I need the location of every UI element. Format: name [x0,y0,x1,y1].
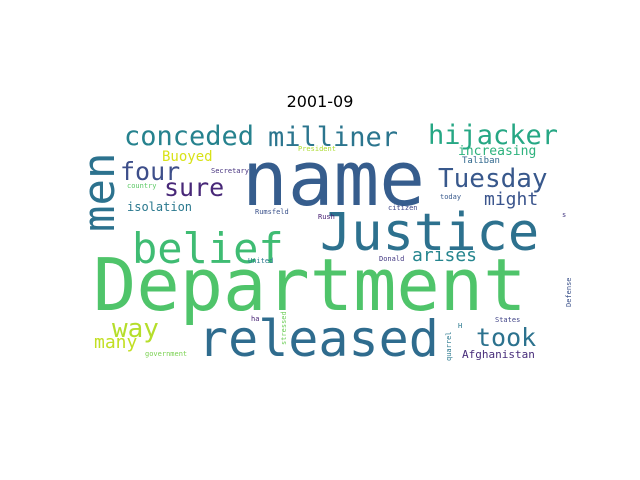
word-taliban: Taliban [462,156,500,166]
word-arises: arises [412,245,477,266]
word-isolation: isolation [127,200,192,214]
word-s: s [562,211,566,219]
word-sure: sure [164,173,224,202]
word-many: many [94,332,138,353]
word-released: released [198,310,439,368]
word-conceded: conceded [124,121,254,152]
word-country: country [127,182,157,190]
word-might: might [484,189,538,210]
word-government: government [145,350,187,358]
word-cloud: DepartmentnameJusticereleasedbeliefmenco… [74,120,573,368]
word-stressed: stressed [280,311,288,345]
word-secretary: Secretary [211,167,249,175]
word-united: United [248,257,273,265]
word-today: today [440,193,461,201]
word-ha: ha [251,315,259,323]
word-buoyed: Buoyed [162,149,213,165]
word-donald: Donald [379,255,404,263]
word-belief: belief [132,224,284,273]
word-h: H [458,322,462,330]
word-rumsfeld: Rumsfeld [255,208,289,216]
word-men: men [74,153,125,232]
word-defense: Defense [565,277,573,307]
word-rush: Rush [318,213,335,221]
word-states: States [495,316,520,324]
word-afghanistan: Afghanistan [462,348,535,361]
word-quarrel: quarrel [445,331,453,361]
word-president: President [298,145,336,153]
word-citizen: citizen [388,204,418,212]
